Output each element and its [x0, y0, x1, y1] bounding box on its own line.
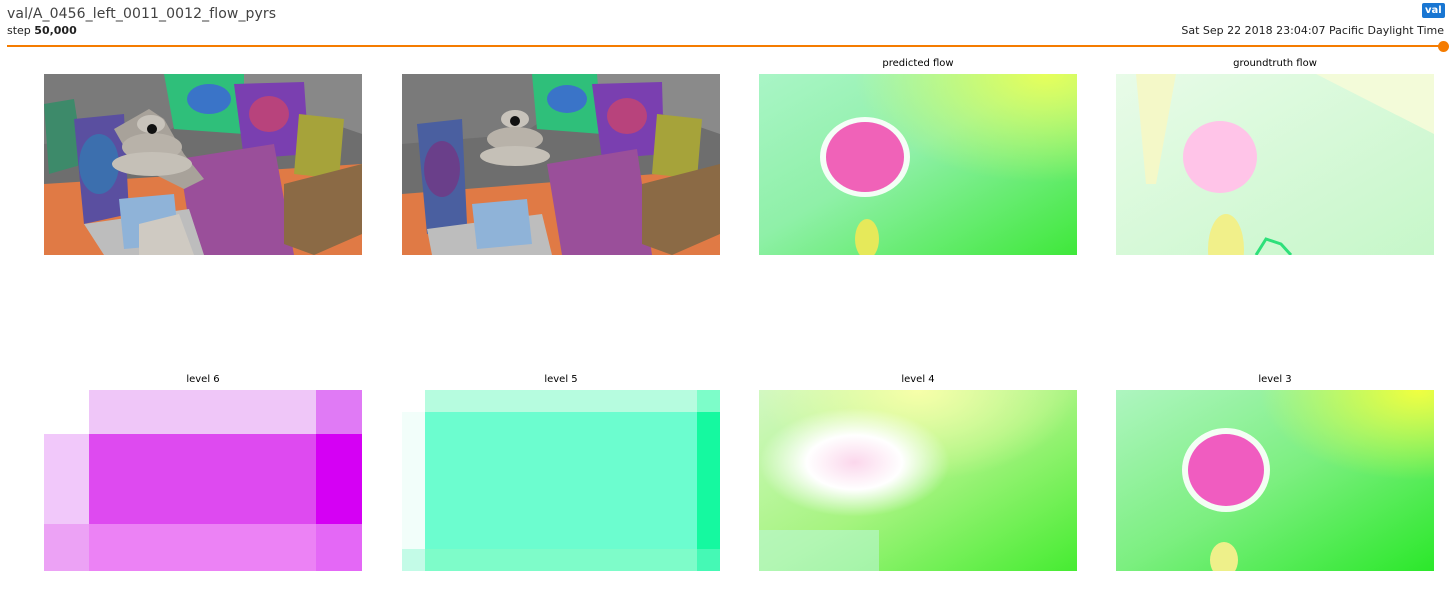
step-label: step	[7, 24, 31, 37]
run-badge: val	[1422, 3, 1445, 18]
level5-caption: level 5	[544, 374, 578, 385]
input-image-1	[44, 74, 362, 255]
predicted-flow-image	[759, 74, 1077, 255]
level4-image	[759, 390, 1077, 571]
step-slider-track[interactable]	[7, 45, 1444, 47]
groundtruth-flow-caption: groundtruth flow	[1233, 58, 1317, 69]
input-image-2	[402, 74, 720, 255]
step-readout: step 50,000	[7, 24, 77, 37]
groundtruth-flow-image	[1116, 74, 1434, 255]
level6-caption: level 6	[186, 374, 220, 385]
level3-caption: level 3	[1258, 374, 1292, 385]
level3-image	[1116, 390, 1434, 571]
level6-image	[44, 390, 362, 571]
predicted-flow-caption: predicted flow	[882, 58, 954, 69]
image-tag-title: val/A_0456_left_0011_0012_flow_pyrs	[7, 6, 277, 22]
level5-image	[402, 390, 720, 571]
level4-caption: level 4	[901, 374, 935, 385]
timestamp: Sat Sep 22 2018 23:04:07 Pacific Dayligh…	[1181, 24, 1444, 37]
step-value: 50,000	[34, 24, 77, 37]
step-slider-thumb[interactable]	[1438, 41, 1449, 52]
